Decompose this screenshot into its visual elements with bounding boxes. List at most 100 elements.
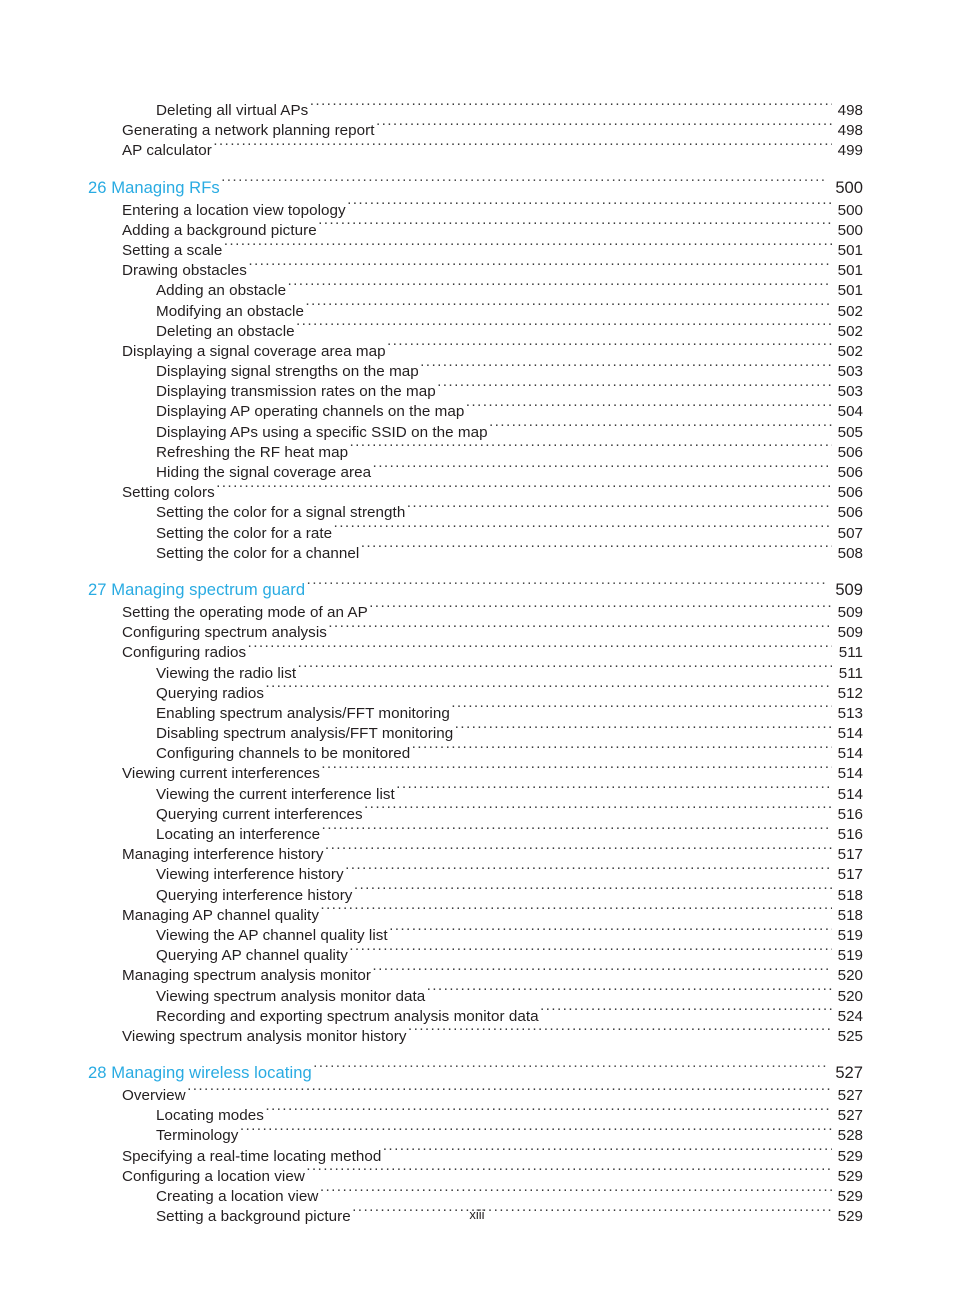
toc-entry[interactable]: Setting the operating mode of an AP 509 xyxy=(88,601,863,621)
toc-entry[interactable]: Enabling spectrum analysis/FFT monitorin… xyxy=(88,702,863,722)
toc-entry-label: Configuring a location view xyxy=(122,1167,305,1185)
toc-page-number: 518 xyxy=(837,906,863,924)
toc-dot-leader xyxy=(265,682,832,698)
toc-entry[interactable]: Specifying a real-time locating method 52… xyxy=(88,1145,863,1165)
toc-entry-label: Disabling spectrum analysis/FFT monitori… xyxy=(156,725,454,743)
toc-entry[interactable]: Locating modes 527 xyxy=(88,1104,863,1124)
toc-dot-leader xyxy=(451,702,832,718)
toc-entry[interactable]: Disabling spectrum analysis/FFT monitori… xyxy=(88,722,863,742)
toc-entry[interactable]: Displaying a signal coverage area map 502 xyxy=(88,340,863,360)
toc-entry-label: Displaying AP operating channels on the … xyxy=(156,403,465,421)
toc-chapter-entry[interactable]: 28 Managing wireless locating 527 xyxy=(88,1062,863,1084)
toc-page-number: 501 xyxy=(837,282,863,300)
toc-chapter-entry[interactable]: 26 Managing RFs 500 xyxy=(88,177,863,199)
toc-entry[interactable]: Deleting an obstacle 502 xyxy=(88,320,863,340)
toc-entry[interactable]: Displaying AP operating channels on the … xyxy=(88,400,863,420)
toc-page-number: 503 xyxy=(837,363,863,381)
toc-page-number: 517 xyxy=(837,846,863,864)
toc-entry[interactable]: Managing spectrum analysis monitor 520 xyxy=(88,964,863,984)
toc-dot-leader xyxy=(187,1084,832,1100)
toc-entry[interactable]: Refreshing the RF heat map 506 xyxy=(88,441,863,461)
toc-page-number: 502 xyxy=(837,342,863,360)
toc-entry-label: Managing spectrum analysis monitor xyxy=(122,967,372,985)
toc-entry-label: Setting the color for a rate xyxy=(156,524,333,542)
toc-entry-label: Entering a location view topology xyxy=(122,201,346,219)
toc-entry[interactable]: Displaying signal strengths on the map 50… xyxy=(88,360,863,380)
toc-dot-leader xyxy=(369,601,832,617)
toc-entry[interactable]: Viewing the radio list 511 xyxy=(88,662,863,682)
toc-dot-leader xyxy=(349,944,832,960)
toc-dot-leader xyxy=(360,542,832,558)
toc-entry[interactable]: Configuring a location view 529 xyxy=(88,1165,863,1185)
toc-entry-label: Setting a scale xyxy=(122,241,223,259)
toc-entry[interactable]: Displaying transmission rates on the map… xyxy=(88,380,863,400)
toc-entry[interactable]: Configuring spectrum analysis 509 xyxy=(88,621,863,641)
toc-entry[interactable]: Setting colors 506 xyxy=(88,481,863,501)
toc-dot-leader xyxy=(216,481,832,497)
toc-dot-leader xyxy=(318,219,832,235)
toc-entry[interactable]: Drawing obstacles 501 xyxy=(88,259,863,279)
toc-entry-label: Viewing the current interference list xyxy=(156,785,395,803)
toc-entry[interactable]: Querying interference history 518 xyxy=(88,884,863,904)
toc-dot-leader xyxy=(239,1124,832,1140)
toc-entry[interactable]: Querying radios 512 xyxy=(88,682,863,702)
toc-entry-label: 28 Managing wireless locating xyxy=(88,1063,312,1083)
toc-entry[interactable]: Adding a background picture 500 xyxy=(88,219,863,239)
toc-dot-leader xyxy=(376,119,832,135)
toc-entry[interactable]: Overview 527 xyxy=(88,1084,863,1104)
toc-page-number: 511 xyxy=(838,664,863,682)
toc-entry[interactable]: Querying AP channel quality 519 xyxy=(88,944,863,964)
toc-entry-label: Locating modes xyxy=(156,1107,264,1125)
toc-entry[interactable]: Viewing interference history 517 xyxy=(88,863,863,883)
toc-entry-label: Querying radios xyxy=(156,684,264,702)
toc-dot-leader xyxy=(313,1062,827,1078)
toc-entry[interactable]: Modifying an obstacle 502 xyxy=(88,300,863,320)
toc-entry[interactable]: Setting the color for a signal strength 5… xyxy=(88,501,863,521)
toc-entry[interactable]: Querying current interferences 516 xyxy=(88,803,863,823)
toc-entry[interactable]: Managing AP channel quality 518 xyxy=(88,904,863,924)
toc-entry[interactable]: Entering a location view topology 500 xyxy=(88,199,863,219)
toc-entry-label: Configuring radios xyxy=(122,644,247,662)
toc-page-number: 513 xyxy=(837,704,863,722)
toc-entry[interactable]: Adding an obstacle 501 xyxy=(88,279,863,299)
toc-entry[interactable]: Configuring radios 511 xyxy=(88,641,863,661)
toc-page-number: 503 xyxy=(837,383,863,401)
toc-page-number: 519 xyxy=(837,947,863,965)
toc-entry[interactable]: Hiding the signal coverage area 506 xyxy=(88,461,863,481)
page-footer: xiii xyxy=(0,1207,954,1222)
toc-entry[interactable]: AP calculator 499 xyxy=(88,139,863,159)
toc-page-number: 516 xyxy=(837,805,863,823)
toc-entry[interactable]: Generating a network planning report 498 xyxy=(88,119,863,139)
toc-entry[interactable]: Viewing spectrum analysis monitor histor… xyxy=(88,1025,863,1045)
toc-entry[interactable]: Setting the color for a rate 507 xyxy=(88,522,863,542)
toc-entry[interactable]: Managing interference history 517 xyxy=(88,843,863,863)
toc-page-number: 509 xyxy=(835,579,863,599)
toc-entry[interactable]: Viewing the AP channel quality list 519 xyxy=(88,924,863,944)
toc-dot-leader xyxy=(345,863,832,879)
toc-entry-label: Overview xyxy=(122,1087,186,1105)
toc-dot-leader xyxy=(309,99,832,115)
toc-dot-leader xyxy=(349,441,832,457)
toc-chapter-entry[interactable]: 27 Managing spectrum guard 509 xyxy=(88,579,863,601)
toc-entry-label: Configuring spectrum analysis xyxy=(122,624,327,642)
toc-page-number: 527 xyxy=(835,1063,863,1083)
toc-entry-label: AP calculator xyxy=(122,142,212,160)
toc-entry[interactable]: Setting the color for a channel 508 xyxy=(88,542,863,562)
toc-entry[interactable]: Recording and exporting spectrum analysi… xyxy=(88,1005,863,1025)
toc-entry[interactable]: Locating an interference 516 xyxy=(88,823,863,843)
toc-dot-leader xyxy=(296,320,832,336)
toc-entry[interactable]: Viewing current interferences 514 xyxy=(88,762,863,782)
toc-entry[interactable]: Viewing the current interference list 514 xyxy=(88,783,863,803)
toc-entry[interactable]: Configuring channels to be monitored 514 xyxy=(88,742,863,762)
toc-entry[interactable]: Terminology 528 xyxy=(88,1124,863,1144)
toc-entry-label: Drawing obstacles xyxy=(122,262,247,280)
toc-entry[interactable]: Deleting all virtual APs 498 xyxy=(88,99,863,119)
toc-entry[interactable]: Creating a location view 529 xyxy=(88,1185,863,1205)
toc-entry[interactable]: Displaying APs using a specific SSID on … xyxy=(88,421,863,441)
toc-page-number: 514 xyxy=(837,745,863,763)
toc-dot-leader xyxy=(221,177,827,193)
toc-entry[interactable]: Setting a scale 501 xyxy=(88,239,863,259)
toc-page-number: 506 xyxy=(837,443,863,461)
toc-entry[interactable]: Viewing spectrum analysis monitor data 52… xyxy=(88,985,863,1005)
toc-page-number: 528 xyxy=(837,1127,863,1145)
